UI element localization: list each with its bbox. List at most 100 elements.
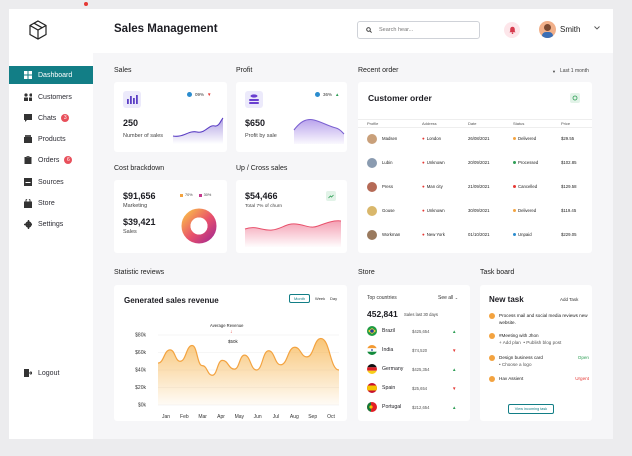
average-revenue-value: $50k <box>228 339 238 344</box>
arrow-down-icon: ▼ <box>207 92 212 97</box>
table-row[interactable]: Lubin ● Unknown 20/09/2021 Processed $102.85 <box>358 155 592 170</box>
task-item[interactable]: Design business card Open • Choose a logo <box>489 355 589 368</box>
sidebar-item-chats[interactable]: Chats 3 <box>9 109 93 127</box>
location-pin-icon: ● <box>422 208 425 213</box>
recent-order-filter[interactable]: ▼ Last 1 month <box>552 68 589 74</box>
table-row[interactable]: Madsen ● London 26/08/2021 Delivered $29.55 <box>358 131 592 146</box>
sales-sparkline <box>172 117 224 144</box>
location-pin-icon: ● <box>422 184 425 189</box>
arrow-up-icon: ▲ <box>452 366 457 372</box>
recent-order-section-title: Recent order <box>358 67 399 74</box>
sidebar-item-label: Orders <box>38 156 60 164</box>
sidebar-item-label: Customers <box>38 93 72 101</box>
task-subitem: + Add plan <box>499 339 521 345</box>
arrow-up-icon: ▲ <box>452 404 457 410</box>
sidebar-item-orders[interactable]: Orders 6 <box>9 151 93 169</box>
sales-cost-label: Sales <box>123 229 137 235</box>
task-dot-icon <box>489 376 495 382</box>
chats-count-badge: 3 <box>61 114 70 122</box>
order-date: 26/08/2021 <box>468 136 490 141</box>
sidebar-item-customers[interactable]: Customers <box>9 88 93 106</box>
user-name[interactable]: Smith <box>560 25 580 34</box>
search-icon <box>366 27 372 33</box>
add-task-button[interactable]: Add Task <box>560 297 578 302</box>
updown-area-chart <box>244 220 342 247</box>
app-window: Dashboard Customers Chats 3 Products Ord… <box>9 9 613 439</box>
table-row[interactable]: Press ● Man city 21/09/2021 Cancelled $129.58 <box>358 179 592 194</box>
cost-card: $91,656 Marketing $39,421 Sales 70% 30% <box>114 180 227 253</box>
sidebar-item-store[interactable]: Store <box>9 194 93 212</box>
avatar <box>367 205 377 216</box>
customer-name: Gouse <box>382 208 395 213</box>
arrow-down-icon: ▼ <box>452 347 457 353</box>
country-row[interactable]: Spain $25,654 ▼ <box>367 383 460 393</box>
avatar[interactable] <box>539 21 556 38</box>
chevron-down-icon[interactable] <box>594 26 600 30</box>
column-header: Date <box>468 121 477 126</box>
new-task-title: New task <box>489 295 524 304</box>
sales-label: Number of sales <box>123 133 164 139</box>
country-row[interactable]: Portugal $212,654 ▲ <box>367 402 460 412</box>
customer-name: Workman <box>382 232 401 237</box>
customer-name: Lubin <box>382 160 393 165</box>
search-input[interactable]: Search hear... <box>357 21 480 39</box>
y-tick-label: $60k <box>135 350 146 356</box>
flag-icon <box>367 364 377 374</box>
chevron-down-icon: ⌄ <box>454 295 459 300</box>
status-dot-icon <box>513 161 516 164</box>
notification-bell-icon[interactable] <box>504 22 520 38</box>
clipboard-icon <box>24 156 32 164</box>
location-pin-icon: ● <box>422 136 425 141</box>
logout-button[interactable]: Logout <box>9 364 93 382</box>
flag-icon <box>367 402 377 412</box>
task-item[interactable]: #Meeting with Jhon + Add plan • Publish b… <box>489 333 589 346</box>
see-all-link[interactable]: See all ⌄ <box>438 295 458 301</box>
country-row[interactable]: Brazil $425,654 ▲ <box>367 326 460 336</box>
sidebar-item-sources[interactable]: Sources <box>9 173 93 191</box>
task-subitem: • Choose a logo <box>499 361 532 367</box>
x-tick-label: Oct <box>327 414 335 420</box>
arrow-up-icon: ▲ <box>452 328 457 334</box>
table-row[interactable]: Gouse ● Unknown 30/09/2021 Delivered $119.45 <box>358 203 592 218</box>
country-amount: $425,654 <box>412 328 430 334</box>
sidebar-item-label: Sources <box>38 178 64 186</box>
task-dot-icon <box>489 355 495 361</box>
customer-name: Press <box>382 184 393 189</box>
country-row[interactable]: Germany $425,354 ▲ <box>367 364 460 374</box>
store-section-title: Store <box>358 269 375 276</box>
country-amount: $25,654 <box>412 385 428 391</box>
view-incoming-task-button[interactable]: View incoming task <box>508 404 554 414</box>
table-row[interactable]: Workman ● New York 01/10/2021 Unpaid $229.05 <box>358 227 592 242</box>
search-placeholder: Search hear... <box>379 27 414 33</box>
dashboard-icon <box>24 71 32 79</box>
sales-section-title: Sales <box>114 67 132 74</box>
task-item[interactable]: Hav Assient Urgent <box>489 376 589 383</box>
y-tick-label: $20k <box>135 385 146 391</box>
x-tick-label: Aug <box>290 414 299 420</box>
y-tick-label: $80k <box>135 333 146 339</box>
location-pin-icon: ● <box>422 232 425 237</box>
avatar <box>367 229 377 240</box>
country-row[interactable]: India $74,520 ▼ <box>367 345 460 355</box>
notification-dot <box>84 2 88 6</box>
sales-cost-value: $39,421 <box>123 217 156 227</box>
task-item[interactable]: Process mail and social media reviews ne… <box>489 313 589 326</box>
sidebar-item-dashboard[interactable]: Dashboard <box>9 66 93 84</box>
country-amount: $425,354 <box>412 366 430 372</box>
revenue-area-chart: $80k $60k $40k $20k $0k Jan Feb Mar Apr May Jun Jul… <box>135 333 340 420</box>
status-badge: Delivered <box>518 136 537 141</box>
country-name: Brazil <box>382 328 395 334</box>
task-text: Design business card <box>499 355 543 360</box>
updown-label: Total 7% of churn <box>245 204 283 209</box>
country-name: Spain <box>382 385 396 391</box>
x-tick-label: May <box>235 414 245 420</box>
refresh-icon[interactable] <box>570 93 580 103</box>
updown-card: $54,466 Total 7% of churn <box>236 180 347 253</box>
sidebar-item-products[interactable]: Products <box>9 130 93 148</box>
order-price: $129.58 <box>561 184 577 189</box>
store-card: Top countries See all ⌄ 452,841 Sales la… <box>358 285 470 421</box>
task-status-open: Open <box>577 355 589 360</box>
sidebar: Dashboard Customers Chats 3 Products Ord… <box>9 9 93 439</box>
sidebar-item-settings[interactable]: Settings <box>9 215 93 233</box>
legend-label: 70% <box>185 193 193 197</box>
